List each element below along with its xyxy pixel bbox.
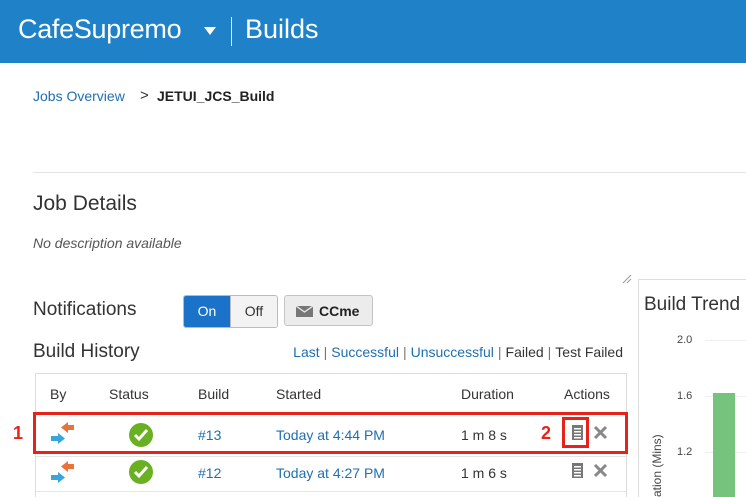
job-details-title: Job Details: [33, 192, 137, 215]
commit-trigger-icon: [51, 461, 74, 483]
mail-icon: [296, 306, 313, 317]
breadcrumb-separator: >: [140, 87, 149, 104]
success-icon: [129, 460, 153, 484]
filter-separator: |: [497, 344, 502, 360]
filter-separator: |: [323, 344, 328, 360]
app-name[interactable]: CafeSupremo: [18, 14, 182, 45]
filter-successful[interactable]: Successful: [331, 344, 399, 360]
row-divider: [36, 456, 626, 457]
build-trend-title: Build Trend: [644, 294, 741, 315]
delete-icon[interactable]: [593, 463, 608, 478]
chevron-down-icon[interactable]: [204, 27, 216, 35]
header-divider: [231, 17, 232, 46]
build-filters: Last | Successful | Unsuccessful | Failed | Test…: [293, 344, 623, 360]
job-description[interactable]: No description available: [33, 235, 182, 251]
ccme-label: CCme: [319, 303, 360, 319]
filter-failed[interactable]: Failed: [506, 344, 544, 360]
filter-unsuccessful[interactable]: Unsuccessful: [411, 344, 494, 360]
breadcrumb-current: JETUI_JCS_Build: [157, 88, 275, 104]
notifications-on-button[interactable]: On: [184, 296, 230, 327]
trend-bar[interactable]: [713, 393, 735, 497]
column-header-by[interactable]: By: [50, 386, 66, 402]
y-axis-label: ation (Mins): [650, 434, 664, 497]
column-header-duration[interactable]: Duration: [461, 386, 514, 402]
section-divider: [33, 172, 746, 173]
y-tick-label: 2.0: [677, 334, 693, 346]
breadcrumb-jobs-overview-link[interactable]: Jobs Overview: [33, 88, 125, 104]
annotation-marker-1: 1: [13, 423, 24, 443]
filter-last[interactable]: Last: [293, 344, 319, 360]
notifications-label: Notifications: [33, 299, 137, 320]
gridline: [705, 340, 746, 341]
resize-handle-icon[interactable]: [622, 274, 632, 284]
ccme-button[interactable]: CCme: [284, 295, 373, 326]
build-number-link[interactable]: #12: [198, 465, 221, 481]
annotation-marker-2: 2: [541, 423, 552, 443]
top-bar: CafeSupremo Builds: [0, 0, 746, 63]
filter-test-failed[interactable]: Test Failed: [555, 344, 623, 360]
notifications-off-button[interactable]: Off: [230, 296, 277, 327]
highlight-row-box: [33, 412, 628, 454]
notifications-toggle: On Off: [183, 295, 278, 328]
page-name: Builds: [245, 14, 319, 44]
row-divider: [36, 491, 626, 492]
column-header-status[interactable]: Status: [109, 386, 149, 402]
highlight-action-box: [562, 417, 589, 448]
build-duration: 1 m 6 s: [461, 465, 507, 481]
column-header-started[interactable]: Started: [276, 386, 321, 402]
column-header-actions: Actions: [564, 386, 610, 402]
column-header-build[interactable]: Build: [198, 386, 229, 402]
filter-separator: |: [547, 344, 552, 360]
build-history-title: Build History: [33, 341, 140, 362]
y-tick-label: 1.2: [677, 446, 693, 458]
console-log-icon[interactable]: [572, 463, 583, 478]
y-tick-label: 1.6: [677, 390, 693, 402]
filter-separator: |: [402, 344, 407, 360]
build-started-link[interactable]: Today at 4:27 PM: [276, 465, 385, 481]
